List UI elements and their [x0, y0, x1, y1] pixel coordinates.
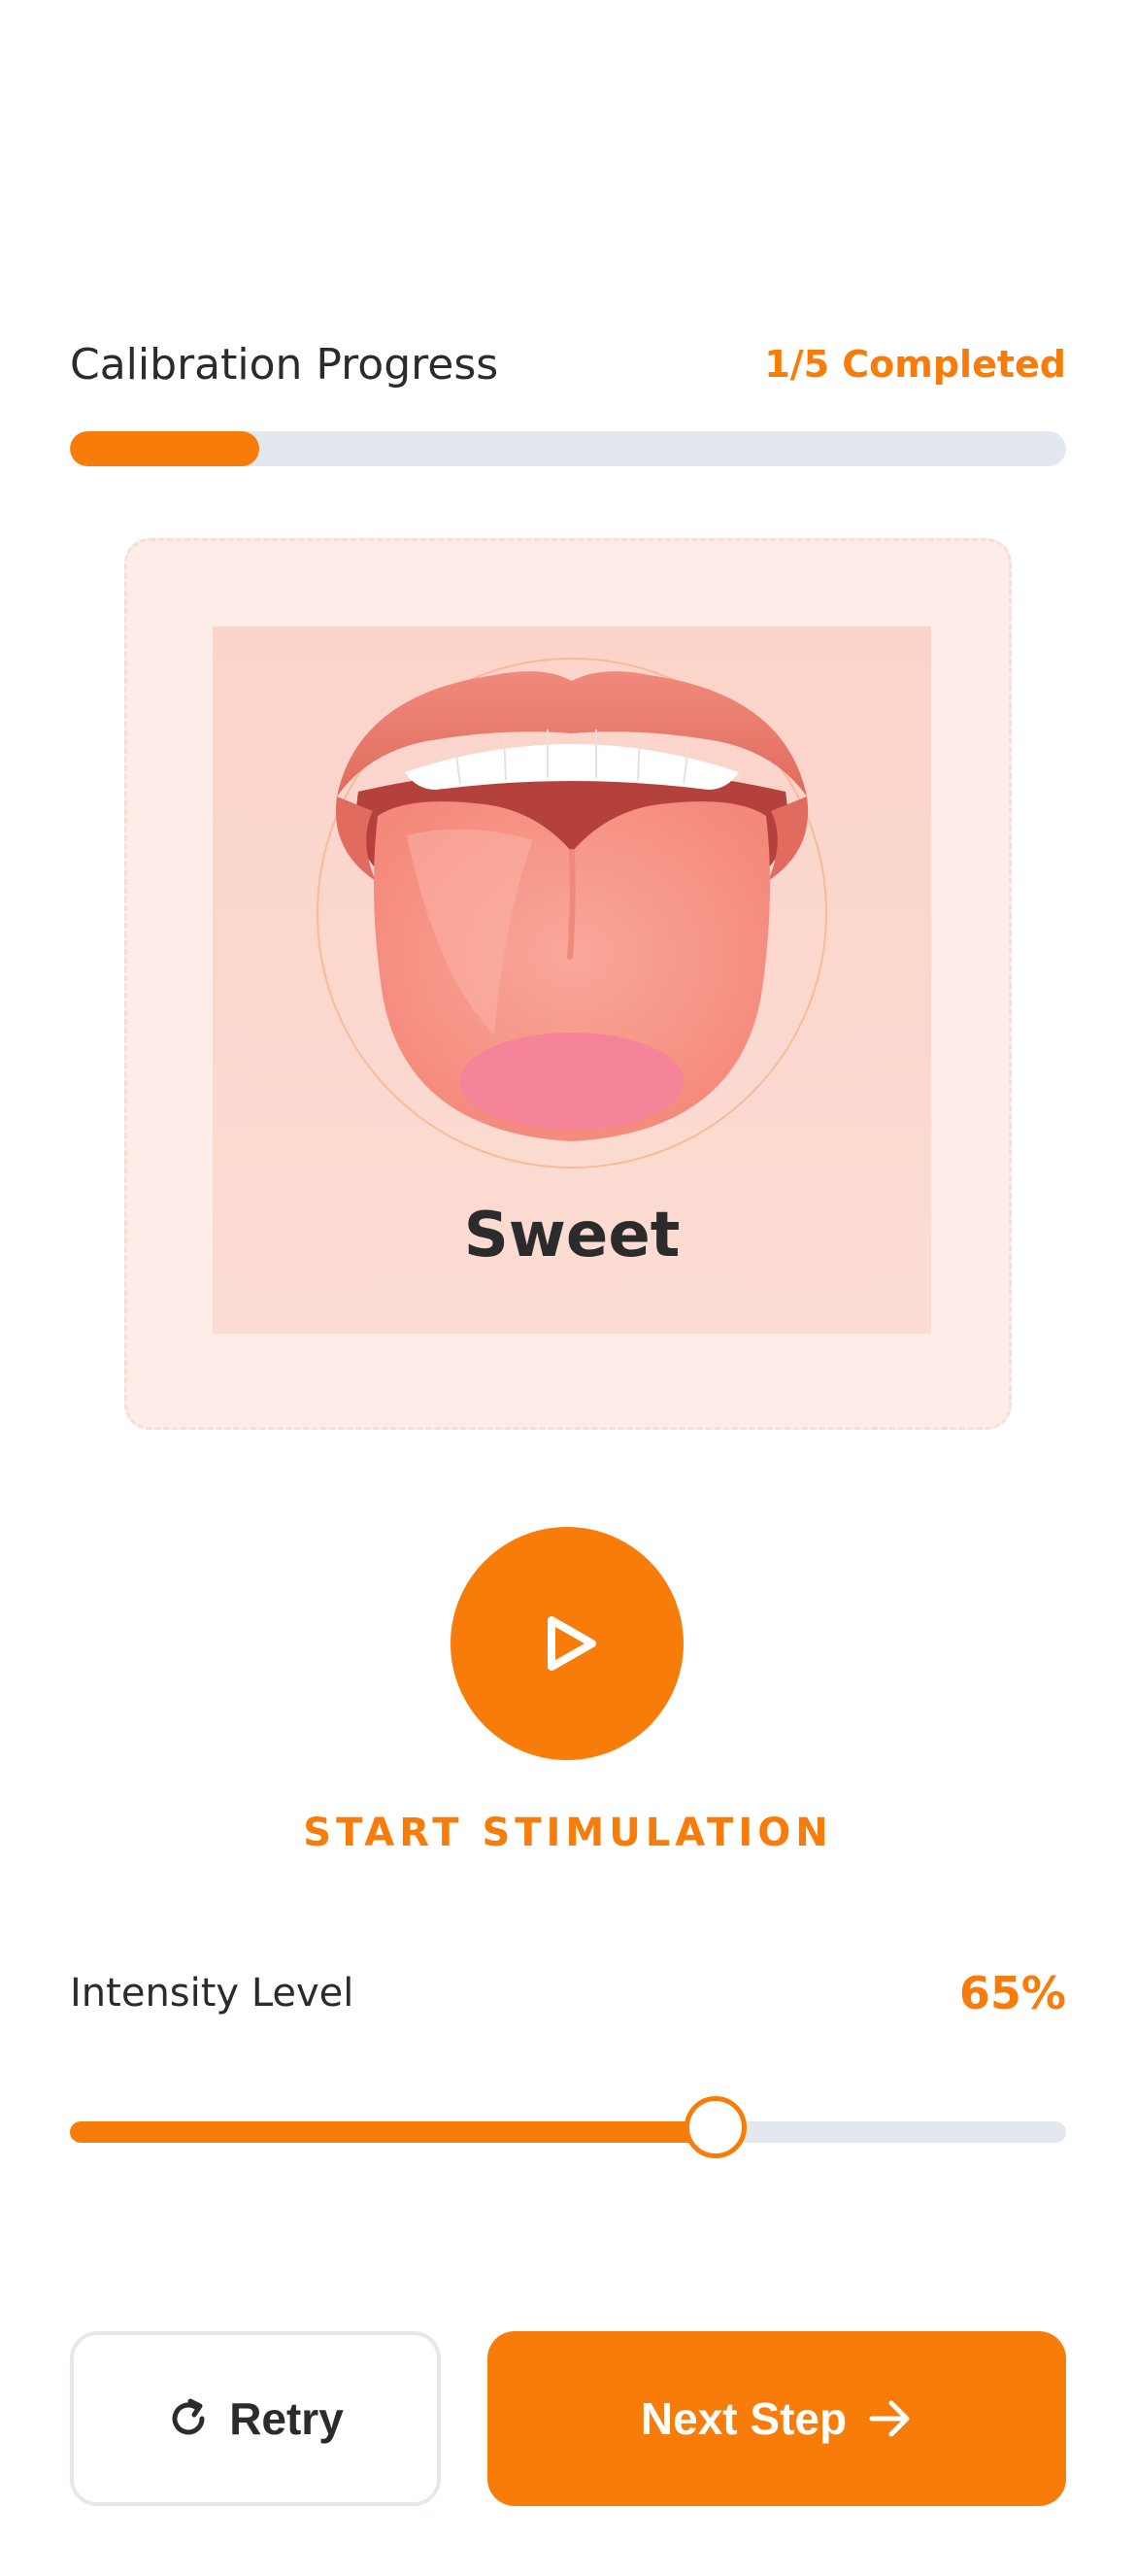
start-stimulation-label: START STIMULATION	[303, 1811, 833, 1855]
next-step-button[interactable]: Next Step	[487, 2331, 1066, 2506]
calibration-progress-fill	[70, 431, 259, 466]
intensity-slider-fill	[70, 2121, 718, 2143]
intensity-header: Intensity Level 65%	[70, 1962, 1066, 2024]
intensity-slider-thumb[interactable]	[684, 2096, 747, 2158]
next-step-label: Next Step	[640, 2393, 848, 2444]
retry-label: Retry	[229, 2393, 344, 2444]
calibration-progress-title: Calibration Progress	[70, 339, 499, 390]
taste-illustration-card: Sweet	[124, 538, 1012, 1430]
calibration-progress-bar	[70, 431, 1066, 466]
intensity-title: Intensity Level	[70, 1971, 354, 2016]
refresh-icon	[167, 2397, 210, 2440]
taste-illustration-panel: Sweet	[213, 627, 931, 1334]
arrow-right-icon	[868, 2399, 913, 2438]
taste-label: Sweet	[463, 1200, 681, 1271]
play-icon	[536, 1614, 598, 1673]
calibration-progress-header: Calibration Progress 1/5 Completed	[70, 330, 1066, 398]
intensity-value: 65%	[958, 1967, 1066, 2019]
retry-button[interactable]: Retry	[70, 2331, 441, 2506]
calibration-progress-status: 1/5 Completed	[764, 343, 1066, 386]
start-stimulation-button[interactable]	[451, 1527, 684, 1760]
intensity-slider[interactable]	[70, 2096, 1066, 2158]
